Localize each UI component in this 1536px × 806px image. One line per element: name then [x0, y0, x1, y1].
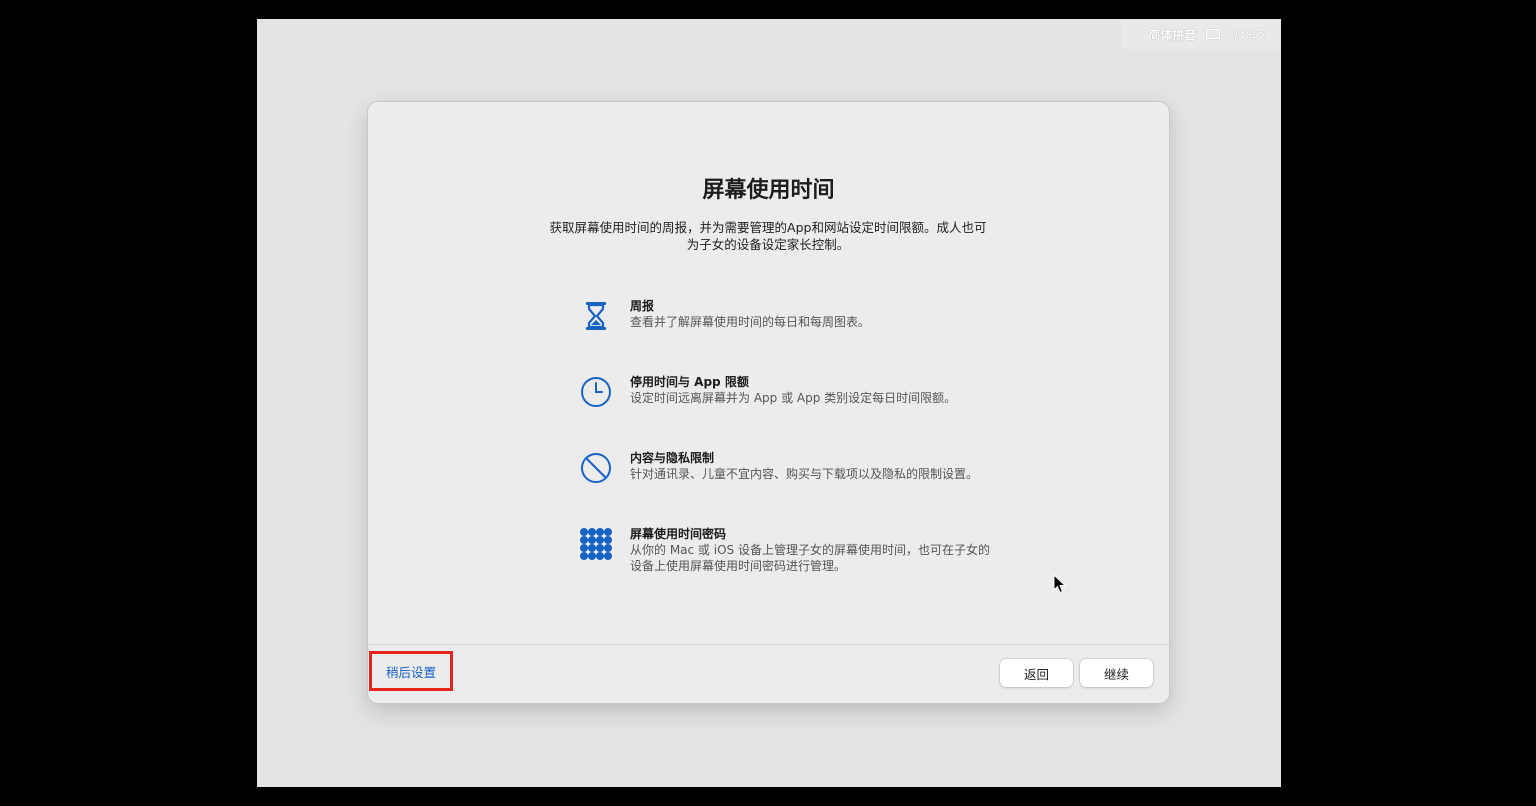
restriction-icon	[578, 450, 614, 486]
feature-desc: 查看并了解屏幕使用时间的每日和每周图表。	[630, 315, 871, 329]
set-up-later-button[interactable]: 稍后设置	[369, 651, 453, 691]
feature-downtime-limits: 停用时间与 App 限额 设定时间远离屏幕并为 App 或 App 类别设定每日…	[578, 374, 998, 410]
feature-desc: 从你的 Mac 或 iOS 设备上管理子女的屏幕使用时间，也可在子女的设备上使用…	[630, 543, 990, 573]
keyboard-icon[interactable]	[1206, 29, 1221, 39]
page-title: 屏幕使用时间	[702, 178, 835, 203]
clock-icon	[578, 374, 614, 410]
hourglass-icon	[578, 298, 614, 334]
mouse-cursor-icon	[1053, 573, 1067, 594]
feature-desc: 设定时间远离屏幕并为 App 或 App 类别设定每日时间限额。	[630, 391, 957, 405]
feature-title: 内容与隐私限制	[630, 451, 715, 465]
keypad-icon	[578, 526, 614, 562]
back-button[interactable]: 返回	[1000, 659, 1073, 687]
feature-title: 屏幕使用时间密码	[630, 527, 727, 541]
feature-title: 停用时间与 App 限额	[630, 375, 749, 389]
feature-desc: 针对通讯录、儿童不宜内容、购买与下载项以及隐私的限制设置。	[630, 467, 979, 481]
feature-content-privacy: 内容与隐私限制 针对通讯录、儿童不宜内容、购买与下载项以及隐私的限制设置。	[578, 450, 998, 486]
setup-screen: 简体拼音 03:15 屏幕使用时间 获取屏幕使用时间的周报，并为需要管理的App…	[257, 19, 1281, 787]
menu-bar: 简体拼音 03:15	[1121, 19, 1281, 49]
continue-button[interactable]: 继续	[1080, 659, 1153, 687]
input-method-label[interactable]: 简体拼音	[1148, 26, 1196, 43]
footer-divider	[368, 644, 1169, 645]
feature-passcode: 屏幕使用时间密码 从你的 Mac 或 iOS 设备上管理子女的屏幕使用时间，也可…	[578, 526, 998, 574]
screen-time-dialog: 屏幕使用时间 获取屏幕使用时间的周报，并为需要管理的App和网站设定时间限额。成…	[368, 102, 1169, 703]
clock-label: 03:15	[1230, 27, 1265, 41]
feature-weekly-report: 周报 查看并了解屏幕使用时间的每日和每周图表。	[578, 298, 998, 334]
feature-title: 周报	[630, 299, 655, 313]
page-subtitle: 获取屏幕使用时间的周报，并为需要管理的App和网站设定时间限额。成人也可为子女的…	[549, 220, 987, 252]
